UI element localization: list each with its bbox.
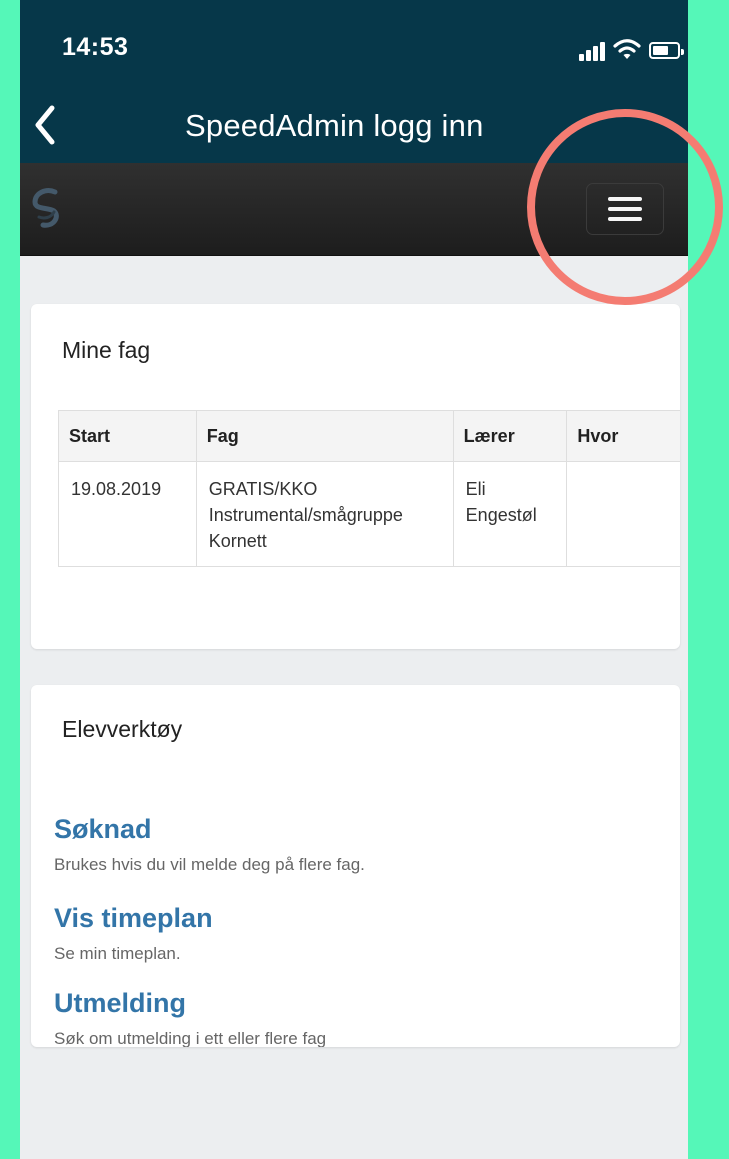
phone-screen: 14:53 SpeedAdmin logg inn Mine fag Start…	[20, 0, 688, 1159]
elevverktoy-card: Elevverktøy Søknad Brukes hvis du vil me…	[31, 685, 680, 1047]
back-button[interactable]	[24, 96, 78, 154]
subjects-table: Start Fag Lærer Hvor 19.08.2019 GRATIS/K…	[58, 410, 680, 567]
status-time: 14:53	[62, 33, 129, 61]
header-start: Start	[58, 410, 197, 462]
utmelding-link[interactable]: Utmelding	[54, 987, 664, 1019]
status-icons	[542, 35, 684, 65]
vis-timeplan-description: Se min timeplan.	[54, 944, 181, 963]
cell-laerer: Eli Engestøl	[452, 461, 568, 567]
elevverktoy-title: Elevverktøy	[62, 716, 183, 742]
mine-fag-card: Mine fag Start Fag Lærer Hvor 19.08.2019…	[31, 304, 680, 649]
signal-icon	[579, 41, 607, 61]
vis-timeplan-link[interactable]: Vis timeplan	[54, 902, 664, 934]
tool-utmelding: Utmelding Søk om utmelding i ett eller f…	[54, 987, 664, 1047]
tool-soknad: Søknad Brukes hvis du vil melde deg på f…	[54, 813, 664, 876]
battery-icon	[649, 42, 684, 59]
cell-start: 19.08.2019	[58, 461, 197, 567]
app-header	[20, 163, 688, 256]
table-header-row: Start Fag Lærer Hvor	[58, 410, 680, 462]
soknad-link[interactable]: Søknad	[54, 813, 664, 845]
cell-fag: GRATIS/KKO Instrumental/smågruppe Kornet…	[195, 461, 454, 567]
menu-button[interactable]	[586, 183, 664, 235]
status-bar: 14:53	[20, 0, 688, 90]
mine-fag-title: Mine fag	[62, 337, 151, 363]
header-hvor: Hvor	[566, 410, 680, 462]
navigation-bar: SpeedAdmin logg inn	[20, 90, 688, 163]
soknad-description: Brukes hvis du vil melde deg på flere fa…	[54, 855, 365, 874]
utmelding-description: Søk om utmelding i ett eller flere fag	[54, 1029, 327, 1047]
cell-hvor	[566, 461, 680, 567]
table-row: 19.08.2019 GRATIS/KKO Instrumental/smågr…	[58, 461, 680, 567]
header-fag: Fag	[195, 410, 454, 462]
nav-title: SpeedAdmin logg inn	[185, 108, 484, 143]
tool-vis-timeplan: Vis timeplan Se min timeplan.	[54, 902, 664, 965]
wifi-icon	[613, 39, 641, 59]
speedadmin-logo-icon	[32, 188, 59, 228]
battery-fill	[653, 46, 668, 55]
chevron-left-icon	[35, 105, 55, 145]
header-laerer: Lærer	[452, 410, 568, 462]
